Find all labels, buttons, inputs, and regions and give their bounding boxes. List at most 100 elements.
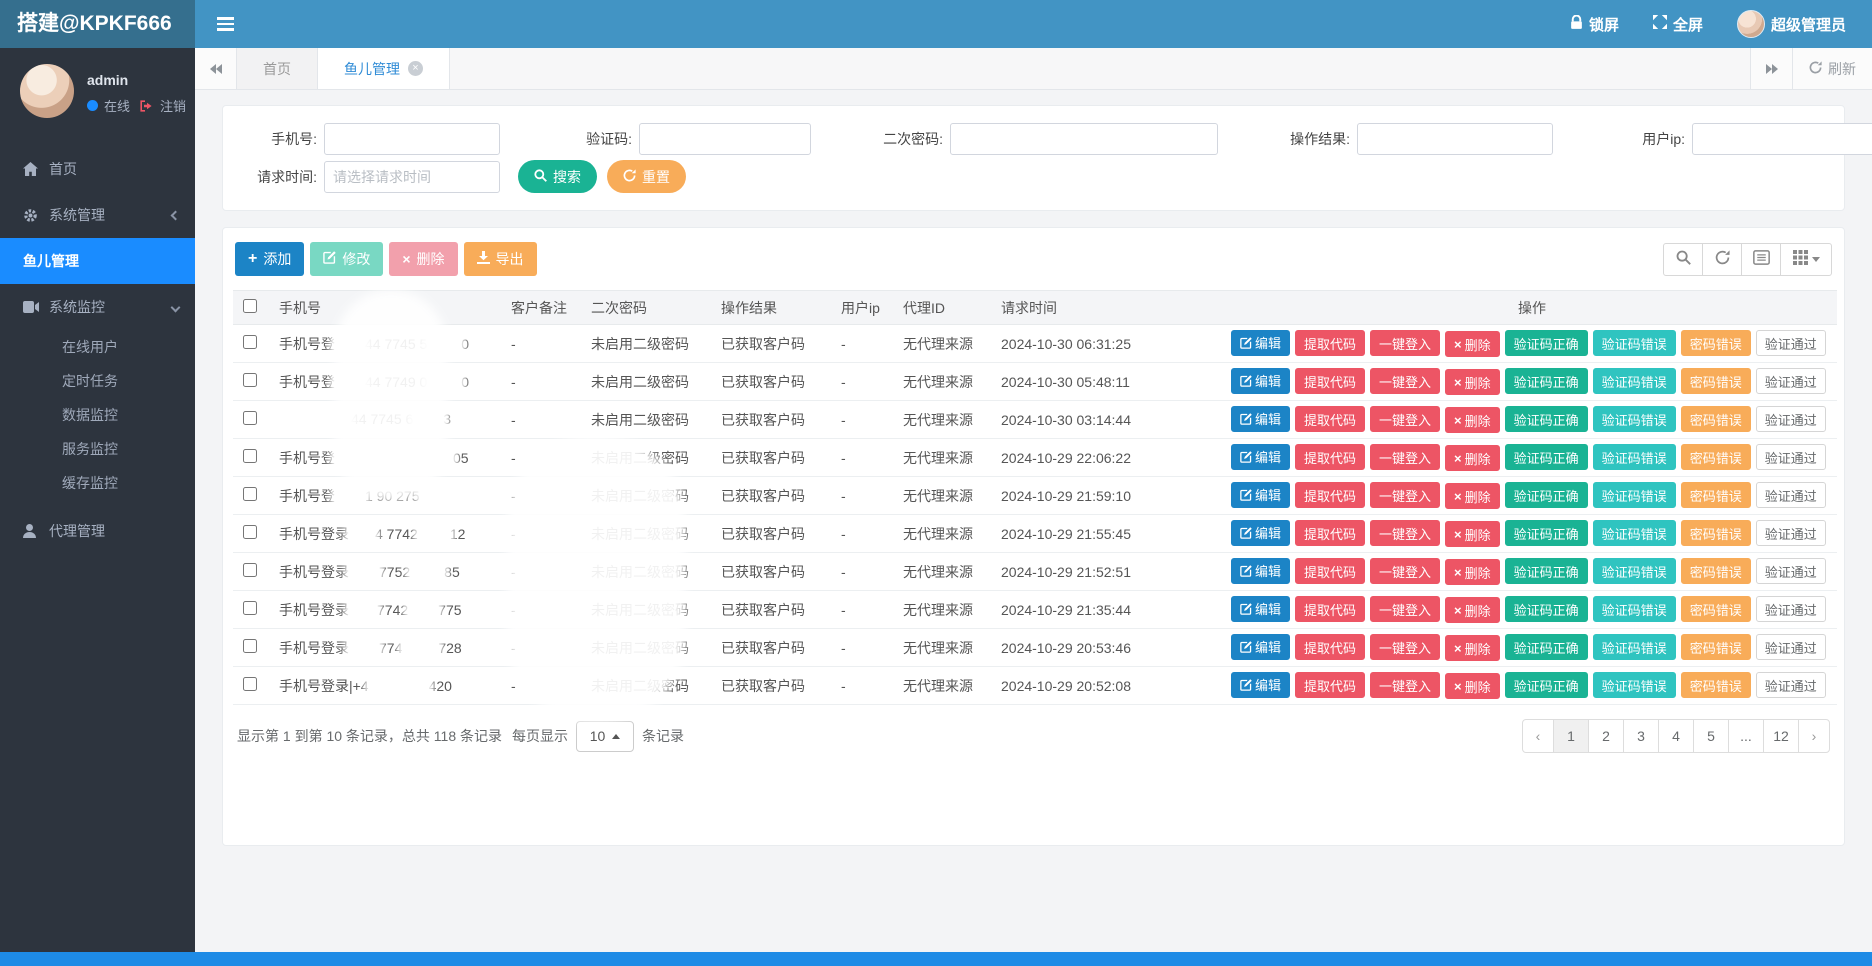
one-click-login-button[interactable]: 一键登入 [1370,482,1440,508]
captcha-correct-button[interactable]: 验证码正确 [1505,368,1588,394]
sidebar-subitem-cache-monitor[interactable]: 缓存监控 [0,466,195,500]
edit-button[interactable]: 编辑 [1231,330,1290,356]
captcha-wrong-button[interactable]: 验证码错误 [1593,482,1676,508]
delete-button[interactable]: ×删除 [1445,331,1500,357]
page-button-5[interactable]: 5 [1693,719,1729,753]
table-columns-button[interactable] [1780,243,1832,276]
delete-button[interactable]: ×删除 [1445,521,1500,547]
verify-pass-button[interactable]: 验证通过 [1756,634,1826,660]
extract-code-button[interactable]: 提取代码 [1295,406,1365,432]
prev-page-button[interactable]: ‹ [1522,719,1554,753]
captcha-wrong-button[interactable]: 验证码错误 [1593,672,1676,698]
page-button-4[interactable]: 4 [1658,719,1694,753]
select-all-checkbox[interactable] [243,299,257,313]
one-click-login-button[interactable]: 一键登入 [1370,672,1440,698]
extract-code-button[interactable]: 提取代码 [1295,368,1365,394]
row-checkbox[interactable] [243,449,257,463]
row-checkbox[interactable] [243,677,257,691]
extract-code-button[interactable]: 提取代码 [1295,444,1365,470]
delete-button[interactable]: ×删除 [1445,635,1500,661]
sidebar-subitem-online-users[interactable]: 在线用户 [0,330,195,364]
reset-button[interactable]: 重置 [607,160,686,193]
password-wrong-button[interactable]: 密码错误 [1681,596,1751,622]
captcha-wrong-button[interactable]: 验证码错误 [1593,368,1676,394]
lock-screen-button[interactable]: 锁屏 [1570,14,1619,35]
verify-pass-button[interactable]: 验证通过 [1756,368,1826,394]
sidebar-subitem-cron-tasks[interactable]: 定时任务 [0,364,195,398]
delete-button[interactable]: ×删除 [1445,369,1500,395]
captcha-correct-button[interactable]: 验证码正确 [1505,558,1588,584]
tab-refresh-button[interactable]: 刷新 [1792,48,1872,89]
delete-button[interactable]: ×删除 [1445,597,1500,623]
one-click-login-button[interactable]: 一键登入 [1370,520,1440,546]
delete-button[interactable]: ×删除 [389,242,457,276]
tab-home[interactable]: 首页 [237,48,318,89]
fullscreen-button[interactable]: 全屏 [1653,14,1703,35]
extract-code-button[interactable]: 提取代码 [1295,558,1365,584]
user-menu[interactable]: 超级管理员 [1737,10,1846,38]
delete-button[interactable]: ×删除 [1445,559,1500,585]
export-button[interactable]: 导出 [464,242,537,276]
verify-pass-button[interactable]: 验证通过 [1756,482,1826,508]
verify-pass-button[interactable]: 验证通过 [1756,558,1826,584]
extract-code-button[interactable]: 提取代码 [1295,634,1365,660]
verify-pass-button[interactable]: 验证通过 [1756,444,1826,470]
search-button[interactable]: 搜索 [518,160,597,193]
next-page-button[interactable]: › [1798,719,1830,753]
verify-pass-button[interactable]: 验证通过 [1756,520,1826,546]
row-checkbox[interactable] [243,639,257,653]
delete-button[interactable]: ×删除 [1445,445,1500,471]
verify-pass-button[interactable]: 验证通过 [1756,406,1826,432]
captcha-correct-button[interactable]: 验证码正确 [1505,634,1588,660]
extract-code-button[interactable]: 提取代码 [1295,482,1365,508]
delete-button[interactable]: ×删除 [1445,407,1500,433]
one-click-login-button[interactable]: 一键登入 [1370,558,1440,584]
one-click-login-button[interactable]: 一键登入 [1370,368,1440,394]
sidebar-subitem-service-monitor[interactable]: 服务监控 [0,432,195,466]
edit-button[interactable]: 编辑 [1231,444,1290,470]
modify-button[interactable]: 修改 [310,242,383,276]
one-click-login-button[interactable]: 一键登入 [1370,596,1440,622]
edit-button[interactable]: 编辑 [1231,558,1290,584]
sidebar-item-agent-mgmt[interactable]: 代理管理 [0,508,195,554]
tabs-scroll-right-button[interactable] [1750,48,1792,89]
code-input[interactable] [639,123,811,155]
tabs-scroll-left-button[interactable] [195,48,237,89]
one-click-login-button[interactable]: 一键登入 [1370,444,1440,470]
page-button-2[interactable]: 2 [1588,719,1624,753]
captcha-wrong-button[interactable]: 验证码错误 [1593,520,1676,546]
captcha-correct-button[interactable]: 验证码正确 [1505,330,1588,356]
password-wrong-button[interactable]: 密码错误 [1681,482,1751,508]
time-input[interactable] [324,161,500,193]
captcha-wrong-button[interactable]: 验证码错误 [1593,444,1676,470]
password-wrong-button[interactable]: 密码错误 [1681,634,1751,660]
edit-button[interactable]: 编辑 [1231,406,1290,432]
captcha-wrong-button[interactable]: 验证码错误 [1593,558,1676,584]
extract-code-button[interactable]: 提取代码 [1295,596,1365,622]
captcha-correct-button[interactable]: 验证码正确 [1505,406,1588,432]
extract-code-button[interactable]: 提取代码 [1295,672,1365,698]
password-wrong-button[interactable]: 密码错误 [1681,330,1751,356]
row-checkbox[interactable] [243,601,257,615]
password-wrong-button[interactable]: 密码错误 [1681,558,1751,584]
page-ellipsis[interactable]: ... [1728,719,1764,753]
edit-button[interactable]: 编辑 [1231,368,1290,394]
extract-code-button[interactable]: 提取代码 [1295,330,1365,356]
row-checkbox[interactable] [243,487,257,501]
sidebar-item-system-mgmt[interactable]: 系统管理 [0,192,195,238]
password-wrong-button[interactable]: 密码错误 [1681,520,1751,546]
row-checkbox[interactable] [243,411,257,425]
extract-code-button[interactable]: 提取代码 [1295,520,1365,546]
second-pwd-input[interactable] [950,123,1218,155]
ip-input[interactable] [1692,123,1872,155]
delete-button[interactable]: ×删除 [1445,483,1500,509]
verify-pass-button[interactable]: 验证通过 [1756,672,1826,698]
edit-button[interactable]: 编辑 [1231,634,1290,660]
edit-button[interactable]: 编辑 [1231,596,1290,622]
page-size-select[interactable]: 10 [576,721,634,752]
sidebar-subitem-data-monitor[interactable]: 数据监控 [0,398,195,432]
tab-fish-mgmt[interactable]: 鱼儿管理 × [318,48,450,89]
logout-button[interactable]: 注销 [160,96,186,115]
table-refresh-button[interactable] [1702,243,1742,276]
edit-button[interactable]: 编辑 [1231,520,1290,546]
